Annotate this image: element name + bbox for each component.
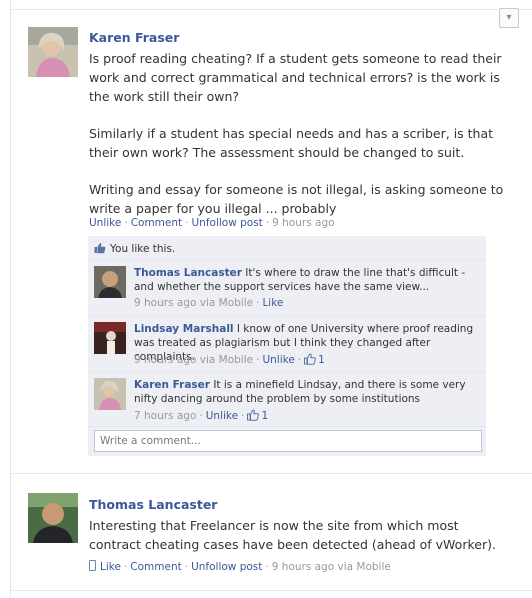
comment-like-count[interactable]: 1 (304, 353, 325, 366)
post-paragraph: Interesting that Freelancer is now the s… (89, 518, 496, 552)
unlike-link[interactable]: Unlike (89, 217, 121, 229)
avatar[interactable] (28, 493, 78, 543)
avatar[interactable] (94, 378, 126, 410)
post-body: Is proof reading cheating? If a student … (89, 49, 519, 218)
thumbs-up-icon (94, 243, 106, 254)
comment: Karen Fraser It is a minefield Lindsay, … (134, 378, 474, 406)
post-timestamp[interactable]: 9 hours ago via Mobile (272, 561, 391, 573)
unlike-link[interactable]: Unlike (206, 410, 238, 422)
comment-link[interactable]: Comment (130, 561, 181, 573)
top-divider (10, 0, 532, 10)
post-paragraph: Is proof reading cheating? If a student … (89, 51, 502, 104)
chevron-down-icon[interactable]: ▾ (499, 8, 519, 28)
post-author[interactable]: Thomas Lancaster (89, 497, 217, 512)
post-actions: Like · Comment · Unfollow post · 9 hours ago v… (89, 560, 391, 573)
comment-link[interactable]: Comment (131, 217, 182, 229)
like-link[interactable]: Like (262, 297, 283, 309)
comment-timestamp[interactable]: 7 hours ago (134, 410, 196, 422)
thumbs-up-icon (247, 409, 260, 421)
unfollow-post-link[interactable]: Unfollow post (191, 561, 262, 573)
thumbs-up-icon (304, 353, 316, 365)
post-actions: Unlike · Comment · Unfollow post · 9 hours ago (89, 217, 335, 229)
comment-timestamp[interactable]: 9 hours ago via Mobile (134, 354, 253, 366)
avatar[interactable] (94, 266, 126, 298)
comment-input[interactable]: Write a comment... (94, 430, 482, 452)
comment-author[interactable]: Thomas Lancaster (134, 267, 242, 279)
mobile-phone-icon (89, 560, 96, 571)
comment: Thomas Lancaster It's where to draw the … (134, 266, 474, 294)
comment-like-count[interactable]: 1 (247, 409, 268, 422)
comment-meta: 9 hours ago via Mobile · Like (134, 297, 284, 309)
post-timestamp[interactable]: 9 hours ago (272, 217, 334, 229)
comment-meta: 7 hours ago · Unlike · 1 (134, 409, 269, 422)
post-author[interactable]: Karen Fraser (89, 30, 179, 45)
likes-text[interactable]: You like this. (110, 243, 175, 255)
post-divider (10, 590, 532, 591)
comment-meta: 9 hours ago via Mobile · Unlike · 1 (134, 353, 325, 366)
likes-summary: You like this. (94, 242, 175, 255)
comments-box: You like this. Thomas Lancaster It's whe… (88, 236, 486, 456)
post-body: Interesting that Freelancer is now the s… (89, 516, 509, 554)
unfollow-post-link[interactable]: Unfollow post (191, 217, 262, 229)
avatar[interactable] (94, 322, 126, 354)
comment-timestamp[interactable]: 9 hours ago via Mobile (134, 297, 253, 309)
post-paragraph: Similarly if a student has special needs… (89, 126, 494, 160)
post-paragraph: Writing and essay for someone is not ill… (89, 182, 504, 216)
avatar[interactable] (28, 27, 78, 77)
comment-author[interactable]: Karen Fraser (134, 379, 210, 391)
unlike-link[interactable]: Unlike (262, 354, 294, 366)
comment-author[interactable]: Lindsay Marshall (134, 323, 234, 335)
post-divider (10, 473, 532, 474)
like-link[interactable]: Like (100, 561, 121, 573)
